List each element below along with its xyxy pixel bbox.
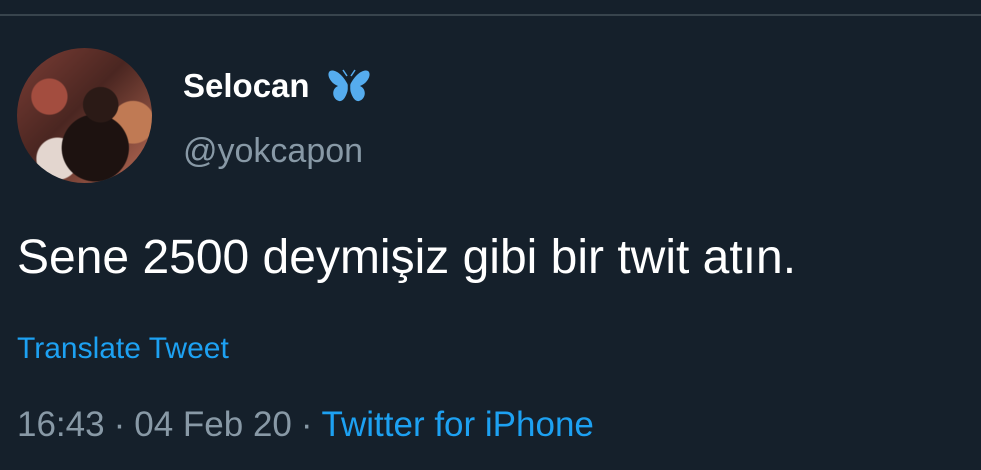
author-display-name[interactable]: Selocan	[183, 66, 310, 106]
meta-separator: ·	[300, 405, 313, 444]
author-handle[interactable]: @yokcapon	[183, 131, 363, 171]
top-divider	[0, 14, 981, 16]
tweet-source-link[interactable]: Twitter for iPhone	[322, 405, 594, 444]
translate-tweet-link[interactable]: Translate Tweet	[17, 331, 229, 367]
tweet-date[interactable]: 04 Feb 20	[134, 405, 292, 444]
butterfly-icon	[328, 69, 370, 102]
tweet-text: Sene 2500 deymişiz gibi bir twit atın.	[17, 231, 797, 284]
avatar[interactable]	[17, 48, 152, 183]
tweet-meta: 16:43 · 04 Feb 20 · Twitter for iPhone	[17, 404, 594, 446]
tweet-time[interactable]: 16:43	[17, 405, 105, 444]
meta-separator: ·	[113, 405, 126, 444]
